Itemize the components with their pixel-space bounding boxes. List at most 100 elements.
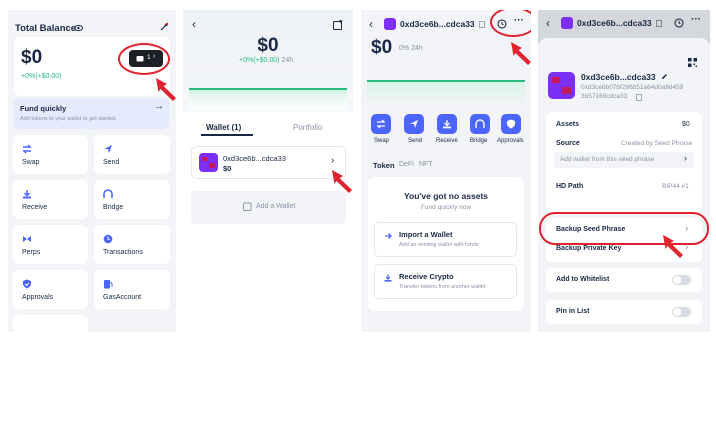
tab-token[interactable]: Token — [373, 161, 395, 170]
action-label: Receive — [22, 204, 48, 211]
send-icon — [103, 144, 113, 154]
account-screen: ‹ 0xd3ce6b...cdca33 ··· $0 0% 24h Swap S… — [361, 10, 531, 332]
header-address: 0xd3ce6b...cdca33 — [400, 19, 475, 29]
wallet-balance: $0 — [223, 164, 232, 173]
shield-icon — [22, 279, 32, 289]
qr-code-icon[interactable] — [688, 58, 697, 67]
add-wallet-button[interactable]: Add a Wallet — [191, 191, 346, 224]
copy-icon[interactable] — [636, 93, 643, 101]
clock-icon[interactable] — [674, 18, 684, 28]
wallet-address: 0xd3ce6b...cdca33 — [223, 154, 286, 163]
edit-icon[interactable] — [661, 73, 668, 80]
import-title: Import a Wallet — [399, 230, 453, 239]
arrow-right-icon: → — [154, 101, 164, 112]
receive-icon — [442, 119, 452, 129]
action-transactions[interactable]: Transactions — [94, 225, 170, 264]
import-wallet-option[interactable]: Import a Wallet Add an existing wallet w… — [374, 222, 517, 257]
empty-title: You've got no assets — [403, 191, 489, 201]
bridge-button[interactable] — [470, 114, 490, 134]
tab-portfolio[interactable]: Portfolio — [293, 123, 322, 132]
bridge-icon — [475, 119, 485, 129]
settings-icon[interactable] — [159, 22, 169, 32]
perps-icon — [22, 234, 32, 244]
header-address: 0xd3ce6b...cdca33 — [577, 18, 652, 28]
action-more[interactable] — [13, 315, 88, 332]
empty-assets-card: You've got no assets Fund quickly now Im… — [368, 177, 524, 311]
receive-subtitle: Transfer tokens from another wallet — [399, 284, 486, 290]
receive-icon — [22, 189, 32, 199]
tab-defi[interactable]: DeFi — [399, 161, 414, 168]
annotation-arrow — [663, 235, 683, 258]
action-label: Approvals — [497, 138, 524, 144]
hd-path-value: BIP44 #1 — [662, 183, 689, 190]
action-approvals[interactable]: Approvals — [13, 270, 88, 309]
wallet-list-screen: ‹ $0 +0%(+$0.00) 24h Wallet (1) Portfoli… — [183, 10, 353, 332]
action-label: Bridge — [103, 204, 124, 211]
balance-change: 0% — [399, 45, 410, 52]
period-label: 24h — [281, 57, 294, 64]
avatar — [199, 153, 218, 172]
wallet-list-item[interactable]: 0xd3ce6b...cdca33 $0 › — [191, 146, 346, 179]
avatar — [384, 18, 396, 30]
action-bridge[interactable]: Bridge — [94, 180, 170, 219]
add-wallet-icon — [243, 202, 252, 211]
balance-change: +0%(+$0.00) — [239, 57, 280, 64]
receive-title: Receive Crypto — [399, 272, 454, 281]
tab-nft[interactable]: NFT — [419, 161, 433, 168]
import-subtitle: Add an existing wallet with funds — [399, 242, 479, 248]
add-wallet-label: Add a Wallet — [256, 203, 296, 210]
action-send[interactable]: Send — [94, 135, 170, 174]
back-icon[interactable]: ‹ — [546, 16, 550, 30]
send-button[interactable] — [404, 114, 424, 134]
period-label: 24h — [411, 45, 423, 52]
empty-subtitle: Fund quickly now — [420, 204, 472, 211]
action-perps[interactable]: Perps — [13, 225, 88, 264]
assets-label: Assets — [556, 121, 579, 128]
eye-icon[interactable] — [74, 24, 83, 32]
chart-area — [367, 82, 525, 104]
fund-quickly-card[interactable]: Fund quickly Add tokens to your wallet t… — [13, 98, 169, 129]
action-gasaccount[interactable]: GasAccount — [94, 270, 170, 309]
balance-value: $0 — [371, 37, 393, 58]
chart-area — [189, 90, 347, 110]
more-icon[interactable]: ··· — [691, 14, 701, 25]
home-screen: Total Balance $0 +0%(+$0.00) 1 › Fund qu… — [8, 10, 176, 332]
swap-icon — [376, 119, 386, 129]
receive-button[interactable] — [437, 114, 457, 134]
balance-value: $0 — [21, 47, 43, 68]
add-address-icon[interactable] — [333, 20, 343, 30]
back-icon[interactable]: ‹ — [192, 17, 196, 31]
approvals-button[interactable] — [501, 114, 521, 134]
whitelist-item: Add to Whitelist — [546, 268, 702, 292]
tab-underline — [201, 134, 253, 136]
action-label: Perps — [22, 249, 41, 256]
action-label: Swap — [22, 159, 40, 166]
fund-quickly-title: Fund quickly — [20, 104, 67, 113]
pin-label: Pin in List — [556, 308, 590, 315]
copy-icon[interactable] — [479, 20, 486, 28]
action-swap[interactable]: Swap — [13, 135, 88, 174]
action-label: Send — [103, 159, 120, 166]
action-label: Swap — [374, 138, 390, 144]
add-wallet-from-seed-button[interactable]: Add wallet from this seed phrase › — [554, 152, 694, 168]
action-label: Receive — [436, 138, 458, 144]
action-receive[interactable]: Receive — [13, 180, 88, 219]
copy-icon[interactable] — [656, 19, 663, 27]
action-label: Send — [408, 138, 423, 144]
action-label: Bridge — [470, 138, 488, 144]
tab-wallet[interactable]: Wallet (1) — [206, 123, 241, 132]
gas-icon — [103, 279, 113, 289]
back-icon[interactable]: ‹ — [369, 17, 373, 31]
action-label: Approvals — [22, 294, 54, 301]
swap-button[interactable] — [371, 114, 391, 134]
annotation-arrow — [511, 42, 531, 65]
details-sheet: 0xd3ce6b...cdca33 0xd3ce6b07bf286b51a64d… — [538, 38, 710, 332]
chevron-right-icon: › — [331, 155, 335, 166]
clock-icon — [103, 234, 113, 244]
bridge-icon — [103, 189, 113, 199]
pin-toggle[interactable] — [672, 307, 691, 317]
balance-change: +0%(+$0.00) — [21, 73, 62, 80]
whitelist-toggle[interactable] — [672, 275, 691, 285]
import-icon — [384, 232, 392, 240]
receive-crypto-option[interactable]: Receive Crypto Transfer tokens from anot… — [374, 264, 517, 299]
